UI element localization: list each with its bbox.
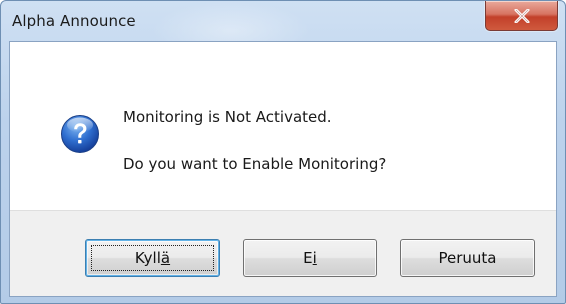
window-title: Alpha Announce: [12, 12, 136, 30]
close-button[interactable]: [485, 1, 558, 31]
message-area: Monitoring is Not Activated. Do you want…: [10, 42, 556, 210]
dialog-window: Alpha Announce Monitoring is Not Activat…: [0, 0, 566, 304]
title-bar[interactable]: Alpha Announce: [1, 1, 565, 41]
message-line-2: Do you want to Enable Monitoring?: [123, 155, 387, 173]
yes-button-label: Kyllä: [134, 249, 171, 267]
close-icon: [514, 9, 530, 23]
cancel-button-label: Peruuta: [438, 249, 497, 267]
cancel-button[interactable]: Peruuta: [400, 239, 535, 277]
message-line-1: Monitoring is Not Activated.: [123, 108, 332, 126]
dialog-content: Monitoring is Not Activated. Do you want…: [9, 41, 557, 297]
question-icon: [61, 115, 99, 153]
no-button[interactable]: Ei: [243, 239, 377, 277]
no-button-label: Ei: [303, 249, 317, 267]
yes-button[interactable]: Kyllä: [85, 239, 220, 277]
button-bar: Kyllä Ei Peruuta: [10, 210, 556, 296]
